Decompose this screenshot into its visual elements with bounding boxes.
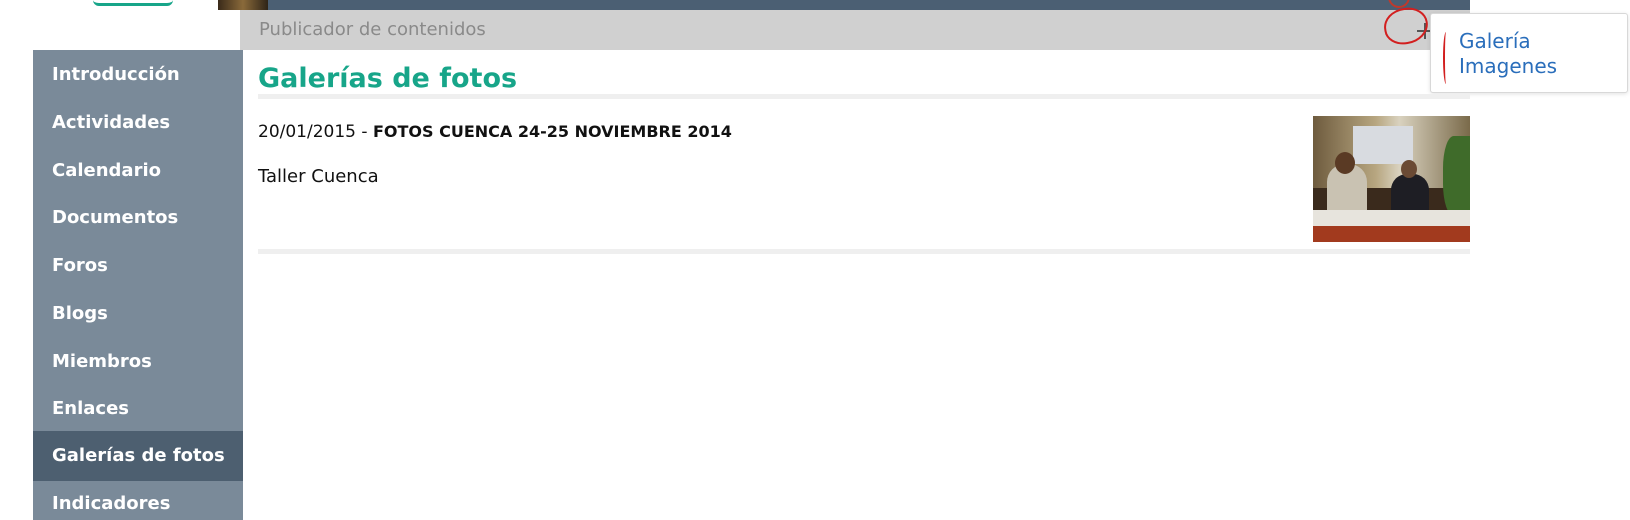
divider	[258, 94, 1470, 99]
sidebar-nav: Introducción Actividades Calendario Docu…	[33, 50, 243, 520]
photo-person-2	[1391, 174, 1429, 214]
photo-head-2	[1401, 160, 1417, 178]
menu-item-label-1: Galería	[1459, 29, 1531, 53]
entry-description: Taller Cuenca	[258, 166, 379, 187]
portlet-title: Publicador de contenidos	[259, 19, 486, 40]
banner-image	[218, 0, 268, 10]
menu-item-label-2: Imagenes	[1459, 54, 1558, 78]
sidebar-item-indicadores[interactable]: Indicadores	[33, 479, 243, 520]
entry-date: 20/01/2015	[258, 122, 356, 142]
plus-icon-stroke	[1424, 23, 1426, 39]
sidebar-item-actividades[interactable]: Actividades	[33, 98, 243, 148]
portlet-header: Publicador de contenidos	[240, 10, 1470, 50]
site-logo[interactable]	[33, 0, 218, 10]
photo-plant	[1443, 136, 1470, 216]
sidebar-item-calendario[interactable]: Calendario	[33, 146, 243, 196]
menu-item-galeria-imagenes[interactable]: Galería Imagenes	[1459, 29, 1557, 79]
photo-table-skirt	[1313, 226, 1470, 242]
divider	[258, 249, 1470, 254]
sidebar-item-foros[interactable]: Foros	[33, 241, 243, 291]
sidebar-item-galerias-de-fotos[interactable]: Galerías de fotos	[33, 431, 243, 481]
entry-title-link[interactable]: FOTOS CUENCA 24-25 NOVIEMBRE 2014	[373, 122, 732, 141]
add-content-menu: Galería Imagenes	[1430, 13, 1628, 93]
gallery-entry-header: 20/01/2015 - FOTOS CUENCA 24-25 NOVIEMBR…	[258, 122, 732, 142]
logo-mark	[93, 0, 173, 6]
entry-separator: -	[355, 122, 373, 142]
annotation-mark	[1443, 32, 1449, 84]
page-title: Galerías de fotos	[258, 63, 518, 94]
photo-head-1	[1335, 152, 1355, 174]
sidebar-item-documentos[interactable]: Documentos	[33, 193, 243, 243]
gallery-thumbnail[interactable]	[1313, 116, 1470, 242]
sidebar-item-miembros[interactable]: Miembros	[33, 337, 243, 387]
sidebar-item-enlaces[interactable]: Enlaces	[33, 384, 243, 434]
sidebar-item-blogs[interactable]: Blogs	[33, 289, 243, 339]
photo-screen	[1353, 126, 1413, 164]
sidebar-item-introduccion[interactable]: Introducción	[33, 50, 243, 100]
